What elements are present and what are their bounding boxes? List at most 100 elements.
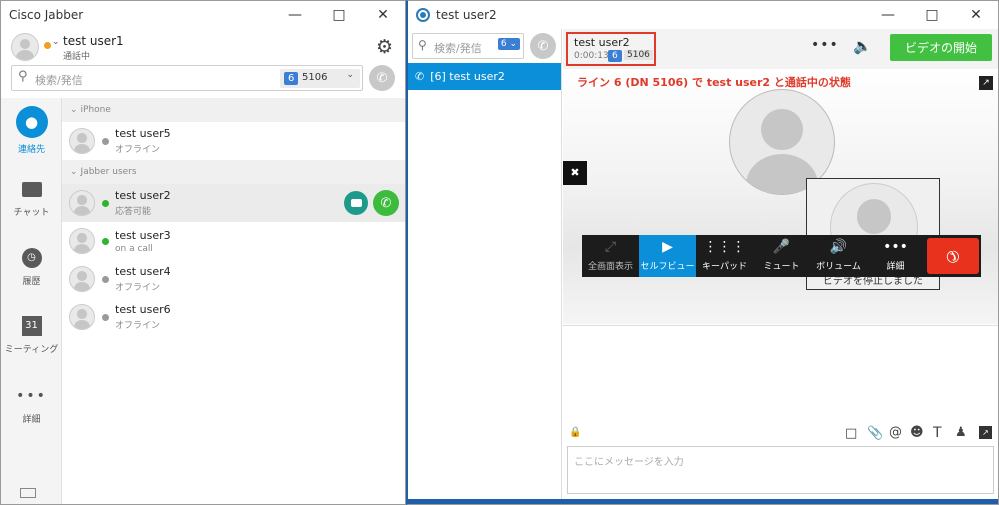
search-input[interactable]: ⚲ 検索/発信 6 5106 ⌄ [11,65,363,91]
screen-icon[interactable] [20,488,36,498]
toolbar-label: ボリューム [816,262,861,272]
emoticon-icon[interactable]: ☻ [910,425,924,440]
list-item[interactable]: test user4 オフライン [62,260,405,298]
conversation-item-label: [6] test user2 [430,70,505,83]
call-button[interactable]: ✆ [373,190,399,216]
self-view-button[interactable]: ▶ セルフビュー [639,235,696,277]
nav-history[interactable]: ◷ 履歴 [1,248,62,287]
start-video-button[interactable]: ビデオの開始 [890,34,992,61]
line-selector[interactable]: 6 5106 ⌄ [280,69,360,88]
chat-history [563,325,998,425]
toolbar-label: 詳細 [886,262,905,272]
maximize-icon[interactable]: □ [317,1,361,29]
attachment-icon[interactable]: 📎 [867,426,883,441]
fullscreen-icon: ⤢ [604,239,617,255]
add-participant-icon[interactable]: ♟ [955,425,967,440]
jabber-logo-icon [416,8,430,22]
chevron-down-icon: ⌄ [70,105,78,115]
gear-icon[interactable]: ⚙ [376,36,393,58]
annotation-text: ライン 6 (DN 5106) で test user2 と通話中の状態 [577,76,851,89]
nav-chat[interactable]: チャット [1,182,62,218]
line-dn: 5106 [624,50,653,60]
nav-contacts[interactable]: ● 連絡先 [1,106,62,155]
call-info-box: test user2 0:00:13 6 5106 [566,32,656,66]
chat-button[interactable] [344,191,368,215]
call-button[interactable]: ✆ [530,33,556,59]
toolbar-label: 全画面表示 [587,262,633,272]
group-header[interactable]: ⌄ Jabber users [62,160,405,184]
call-button[interactable]: ✆ [369,65,395,91]
taskbar-strip [408,499,998,504]
keypad-icon: ⋮⋮⋮ [703,239,746,255]
avatar [69,304,95,330]
message-input[interactable]: ここにメッセージを入力 [567,446,994,494]
nav-label: 履歴 [22,277,41,287]
more-icon[interactable]: ••• [811,37,839,53]
volume-icon: 🔊 [829,239,848,255]
active-call-icon: ✆ [415,70,425,83]
presence-dot [44,42,51,49]
avatar[interactable] [11,33,39,61]
nav-more[interactable]: ••• 詳細 [1,388,62,425]
list-item[interactable]: test user5 オフライン [62,122,405,160]
speaker-icon[interactable]: 🔈 [853,37,872,55]
presence-dot [102,137,109,145]
chevron-down-icon[interactable]: ⌄ [52,37,60,47]
nav-meetings[interactable]: 31 ミーティング [1,316,62,355]
maximize-icon[interactable]: □ [910,1,954,29]
hang-up-button[interactable]: ✆ [927,238,979,274]
call-area: test user2 0:00:13 6 5106 ••• 🔈 ビデオの開始 ラ… [563,29,998,499]
expand-icon[interactable]: ↗ [979,426,992,439]
close-icon[interactable]: ✕ [361,1,405,29]
font-icon[interactable]: T [933,425,942,441]
conversation-window: test user2 — □ ✕ ⚲ 検索/発信 6 ⌄ ✆ ✆ [6] tes… [406,0,999,505]
group-header[interactable]: ⌄ iPhone [62,98,405,122]
screenshot-icon[interactable]: □ [845,426,857,441]
contact-status: オフライン [115,145,161,155]
group-name: Jabber users [80,167,137,177]
window-title: Cisco Jabber [9,8,84,22]
keypad-button[interactable]: ⋮⋮⋮ キーパッド [696,235,753,277]
conversation-item[interactable]: ✆ [6] test user2 [408,63,561,90]
search-input[interactable]: ⚲ 検索/発信 6 ⌄ [412,33,524,59]
line-number-badge: 6 [500,39,507,49]
minimize-icon[interactable]: — [273,1,317,29]
search-icon: ⚲ [18,69,28,84]
chat-bubble-icon [21,182,42,197]
profile-status: 通話中 [63,52,91,62]
clock-icon: ◷ [21,248,42,268]
toolbar-label: セルフビュー [640,262,695,272]
nav-bar: ● 連絡先 チャット ◷ 履歴 31 ミーティング ••• 詳細 [1,98,62,504]
chat-bubble-icon [350,199,362,207]
search-row: ⚲ 検索/発信 6 5106 ⌄ ✆ [11,65,397,95]
nav-label: チャット [13,208,50,218]
line-dn: 5106 [302,72,328,83]
line-selector[interactable]: 6 ⌄ [497,38,520,50]
contact-status: 応答可能 [115,207,152,217]
mute-button[interactable]: 🎤 ミュート [753,235,810,277]
person-icon: ● [15,106,48,138]
minimize-icon[interactable]: — [866,1,910,29]
search-placeholder: 検索/発信 [35,74,83,87]
more-icon: ••• [883,239,908,255]
nav-label: 詳細 [22,415,41,425]
fullscreen-button[interactable]: ⤢ 全画面表示 [582,235,639,277]
close-icon[interactable]: ✕ [954,1,998,29]
title-bar: test user2 — □ ✕ [408,1,998,29]
presence-dot [102,237,109,245]
list-item[interactable]: test user2 応答可能 ✆ [62,184,405,222]
presence-dot [102,199,109,207]
contact-name: test user3 [115,228,171,242]
search-placeholder: 検索/発信 [434,42,482,55]
lock-icon: 🔒 [569,427,582,438]
line-number-badge: 6 [284,72,299,85]
mention-icon[interactable]: @ [889,425,902,440]
popout-icon[interactable]: ↗ [979,76,993,90]
chevron-down-icon: ⌄ [70,167,78,177]
chevron-down-icon: ⌄ [346,70,354,80]
list-item[interactable]: test user6 オフライン [62,298,405,336]
calendar-icon: 31 [21,316,42,336]
more-button[interactable]: ••• 詳細 [867,235,924,277]
volume-button[interactable]: 🔊 ボリューム [810,235,867,277]
list-item[interactable]: test user3 on a call [62,222,405,260]
